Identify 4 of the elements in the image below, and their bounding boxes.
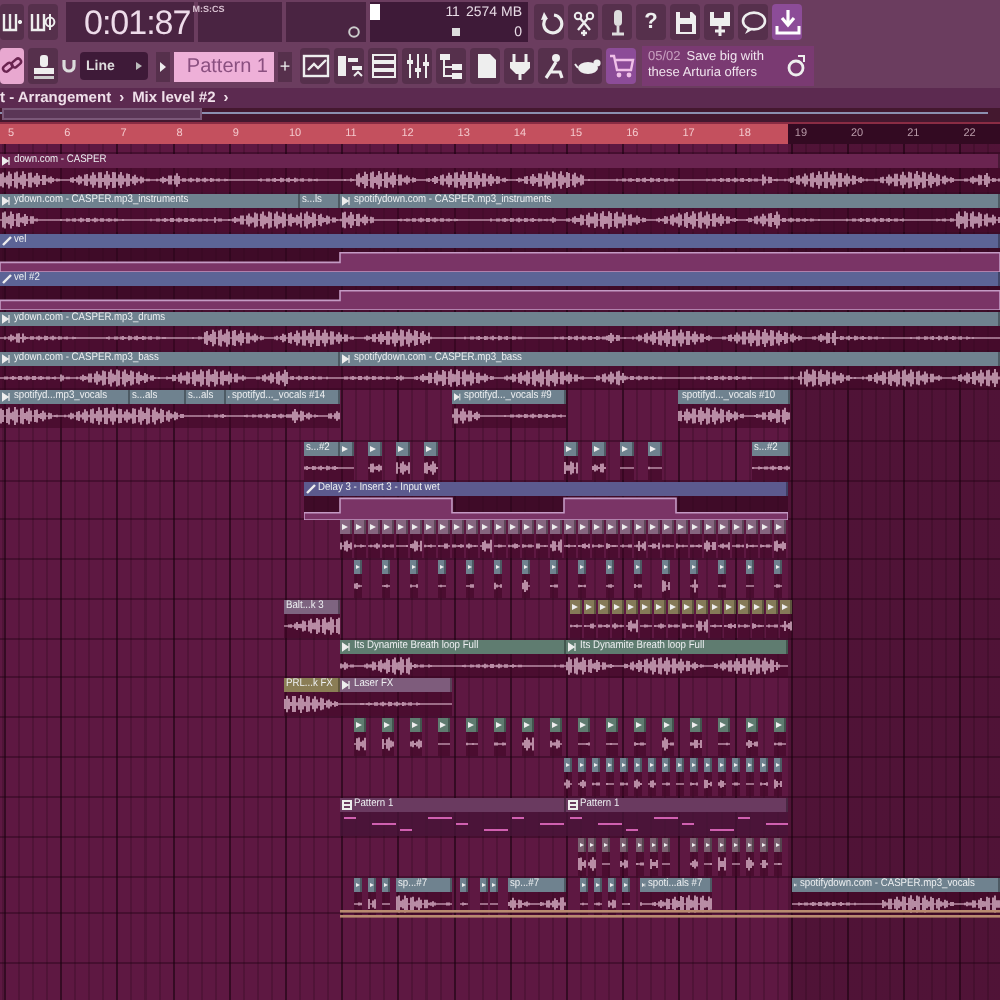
time-value: 0:01:87 xyxy=(84,4,191,42)
help-button[interactable]: ? xyxy=(636,4,666,40)
pattern-selector[interactable]: Pattern 1 xyxy=(174,51,274,81)
add-pattern-button[interactable]: + xyxy=(278,51,292,81)
